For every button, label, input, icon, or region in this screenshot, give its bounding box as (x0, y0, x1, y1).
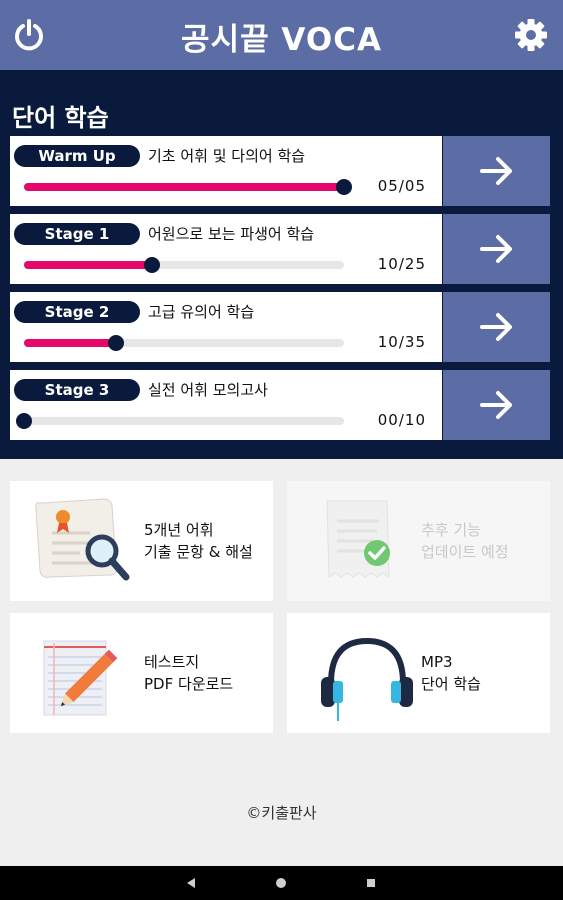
card-label: 추후 기능 업데이트 예정 (421, 519, 509, 563)
stage-description: 실전 어휘 모의고사 (148, 381, 268, 399)
card-line-2: 업데이트 예정 (421, 543, 509, 561)
arrow-right-icon (479, 157, 512, 185)
app-header: 공시끝 VOCA (0, 0, 563, 70)
stage-description: 어원으로 보는 파생어 학습 (148, 225, 315, 243)
stage-badge: Stage 1 (14, 223, 140, 245)
progress-count: 00/10 (377, 411, 426, 429)
recents-icon (367, 879, 375, 887)
test-pdf-card[interactable]: 테스트지 PDF 다운로드 (10, 613, 273, 733)
stage-card: Stage 1 어원으로 보는 파생어 학습 10/25 (10, 214, 442, 284)
section-title: 단어 학습 (12, 104, 109, 132)
progress-bar (24, 179, 352, 195)
stage-description: 기초 어휘 및 다의어 학습 (148, 147, 306, 165)
coming-soon-card: 추후 기능 업데이트 예정 (287, 481, 550, 601)
card-line-1: 추후 기능 (421, 521, 481, 539)
stage-row-2[interactable]: Stage 2 고급 유의어 학습 10/35 (10, 292, 550, 362)
stage-badge: Warm Up (14, 145, 140, 167)
progress-count: 10/35 (377, 333, 426, 351)
stage-card: Warm Up 기초 어휘 및 다의어 학습 05/05 (10, 136, 442, 206)
card-label: 테스트지 PDF 다운로드 (144, 651, 233, 695)
back-icon (187, 878, 195, 888)
stage-badge: Stage 2 (14, 301, 140, 323)
home-icon (276, 878, 286, 888)
progress-knob (16, 413, 32, 429)
arrow-right-icon (479, 235, 512, 263)
past-exam-card[interactable]: 5개년 어휘 기출 문항 & 해설 (10, 481, 273, 601)
start-button[interactable] (443, 136, 550, 206)
card-line-2: 단어 학습 (421, 675, 481, 693)
mp3-card[interactable]: MP3 단어 학습 (287, 613, 550, 733)
card-line-2: 기출 문항 & 해설 (144, 543, 253, 561)
stage-badge: Stage 3 (14, 379, 140, 401)
start-button[interactable] (443, 292, 550, 362)
recents-button[interactable] (351, 866, 391, 900)
document-magnifier-icon (35, 498, 130, 581)
arrow-right-icon (479, 391, 512, 419)
stage-row-3[interactable]: Stage 3 실전 어휘 모의고사 00/10 (10, 370, 550, 440)
headphones-icon (321, 637, 413, 721)
card-line-1: 5개년 어휘 (144, 521, 214, 539)
progress-bar (24, 335, 344, 351)
progress-knob (336, 179, 352, 195)
card-line-1: 테스트지 (144, 653, 200, 671)
progress-fill (24, 183, 344, 191)
start-button[interactable] (443, 214, 550, 284)
notepad-pencil-icon (43, 640, 118, 716)
stage-row-warmup[interactable]: Warm Up 기초 어휘 및 다의어 학습 05/05 (10, 136, 550, 206)
stage-card: Stage 2 고급 유의어 학습 10/35 (10, 292, 442, 362)
card-line-2: PDF 다운로드 (144, 675, 234, 693)
stage-description: 고급 유의어 학습 (148, 303, 255, 321)
app-title: 공시끝 VOCA (181, 22, 382, 58)
home-button[interactable] (261, 866, 301, 900)
progress-knob (107, 335, 124, 351)
progress-fill (24, 339, 116, 347)
system-nav-bar (0, 866, 563, 900)
back-button[interactable] (171, 866, 211, 900)
progress-knob (144, 257, 160, 273)
card-label: 5개년 어휘 기출 문항 & 해설 (144, 519, 253, 563)
arrow-right-icon (479, 313, 512, 341)
receipt-check-icon (326, 500, 390, 578)
card-line-1: MP3 (421, 653, 453, 671)
progress-count: 10/25 (377, 255, 426, 273)
card-label: MP3 단어 학습 (421, 651, 481, 695)
stage-row-1[interactable]: Stage 1 어원으로 보는 파생어 학습 10/25 (10, 214, 550, 284)
gear-icon[interactable] (514, 18, 548, 52)
progress-bar (16, 413, 344, 429)
progress-count: 05/05 (377, 177, 426, 195)
stage-card: Stage 3 실전 어휘 모의고사 00/10 (10, 370, 442, 440)
copyright-text: ©키출판사 (246, 804, 317, 822)
progress-bar (24, 257, 344, 273)
start-button[interactable] (443, 370, 550, 440)
progress-fill (24, 261, 152, 269)
word-study-section: 단어 학습 Warm Up 기초 어휘 및 다의어 학습 05/05 Stage… (0, 70, 563, 459)
